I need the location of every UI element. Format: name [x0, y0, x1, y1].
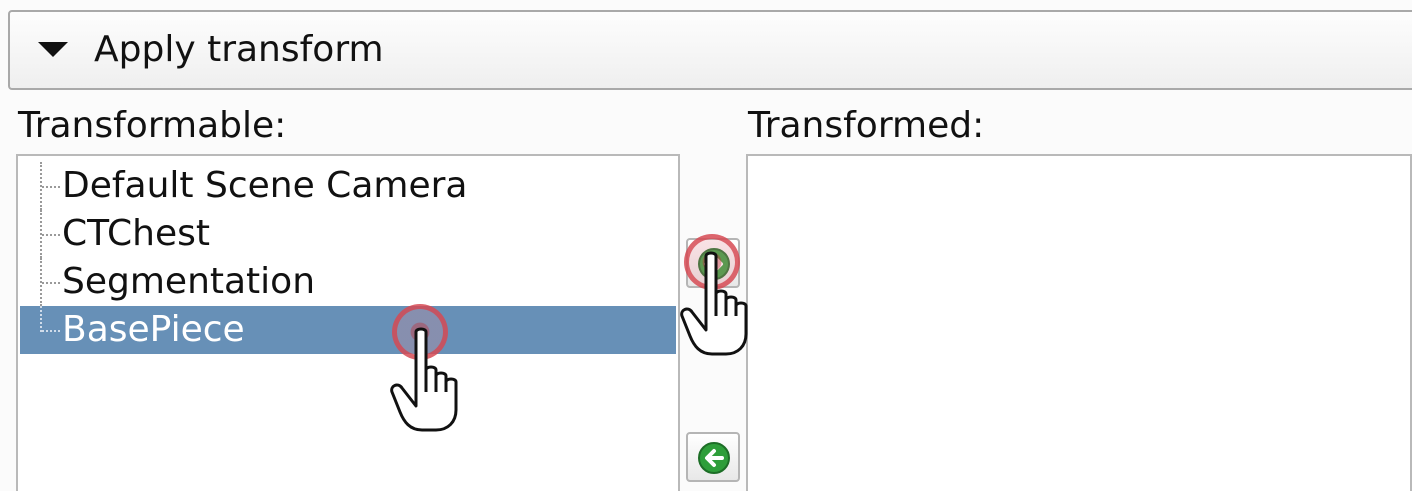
transformable-label: Transformable: — [18, 105, 287, 146]
tree-connector — [42, 234, 60, 236]
tree-item-basepiece[interactable]: BasePiece — [20, 306, 676, 354]
tree-item-label: BasePiece — [62, 309, 245, 350]
transformable-tree[interactable]: Default Scene Camera CTChest Segmentatio… — [16, 154, 680, 491]
tree-connector — [40, 306, 42, 332]
transformed-label: Transformed: — [748, 105, 985, 146]
hand-cursor-icon — [390, 327, 458, 432]
tree-item-segmentation[interactable]: Segmentation — [20, 258, 676, 306]
tree-item-label: Default Scene Camera — [62, 165, 468, 206]
tree-connector — [42, 282, 60, 284]
tree-item-default-scene-camera[interactable]: Default Scene Camera — [20, 162, 676, 210]
tree-item-label: Segmentation — [62, 261, 316, 302]
apply-transform-collapsible-header[interactable]: Apply transform — [8, 10, 1412, 90]
remove-from-transformed-button[interactable] — [686, 432, 740, 482]
collapse-arrow-icon[interactable] — [38, 42, 68, 57]
section-title: Apply transform — [94, 29, 384, 70]
left-arrow-icon — [698, 442, 730, 474]
tree-connector — [42, 186, 60, 188]
hand-cursor-icon — [680, 251, 748, 356]
tree-connector — [42, 330, 60, 332]
apply-transform-panel: Apply transform Transformable: Transform… — [0, 0, 1412, 491]
tree-item-label: CTChest — [62, 213, 210, 254]
tree-item-ctchest[interactable]: CTChest — [20, 210, 676, 258]
transformed-tree[interactable] — [746, 154, 1412, 491]
